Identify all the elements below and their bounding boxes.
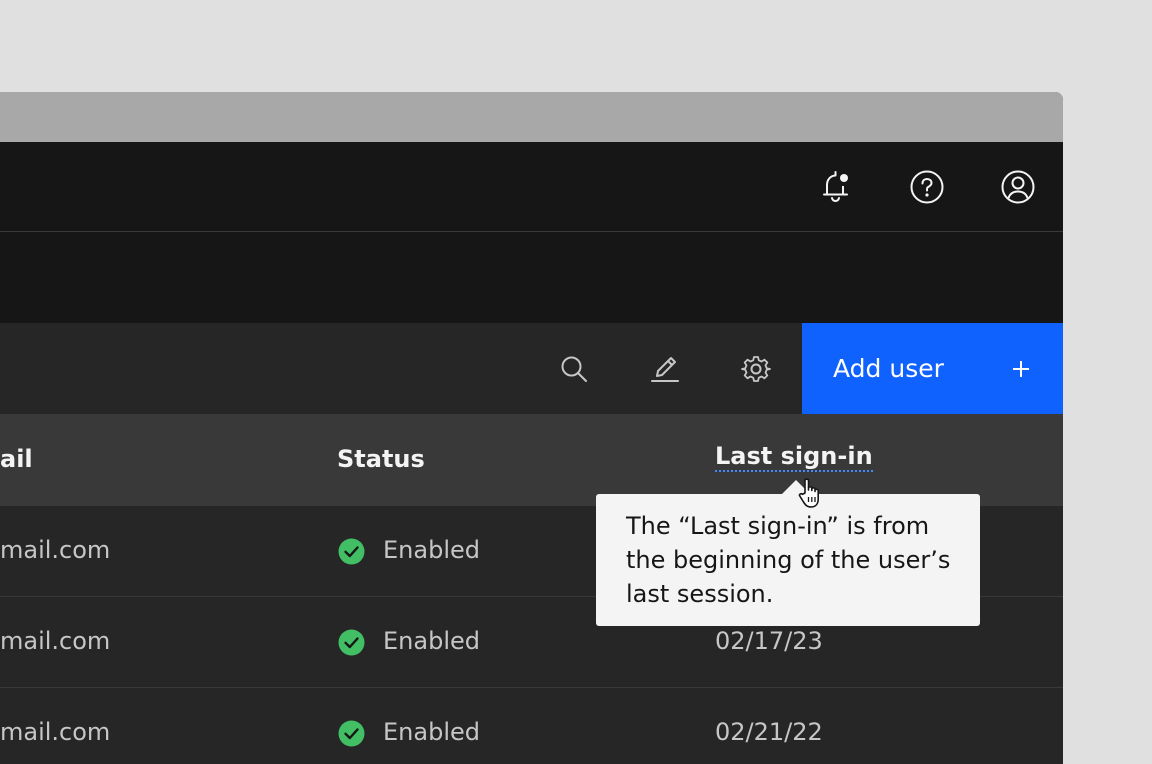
last-signin-cell: 02/17/23 (715, 627, 823, 655)
table-row[interactable]: mail.com Enabled 02/21/22 (0, 688, 1063, 764)
app-header (0, 142, 1063, 232)
add-user-button-label: Add user (833, 354, 944, 383)
pointer-hand-cursor-icon (798, 478, 819, 508)
edit-icon[interactable] (643, 347, 687, 391)
tooltip-line: The “Last sign-in” is from (626, 512, 930, 540)
column-header-last-signin[interactable]: Last sign-in (715, 442, 873, 472)
search-icon[interactable] (552, 347, 596, 391)
email-cell: mail.com (0, 718, 111, 746)
status-cell: Enabled (383, 536, 480, 564)
app-window: Add user ail Status Last sign-in mail.co… (0, 92, 1063, 764)
definition-tooltip: The “Last sign-in” is from the beginning… (596, 494, 980, 626)
checkmark-filled-icon (338, 629, 365, 656)
table-header: ail Status Last sign-in (0, 414, 1063, 506)
tooltip-line: the beginning of the user’s (626, 546, 951, 574)
table-toolbar: Add user (0, 323, 1063, 414)
tooltip-line: last session. (626, 580, 774, 608)
status-cell: Enabled (383, 718, 480, 746)
column-header-email[interactable]: ail (0, 444, 33, 474)
column-header-status[interactable]: Status (337, 444, 425, 474)
add-user-button[interactable]: Add user (802, 323, 1063, 414)
settings-icon[interactable] (734, 347, 778, 391)
last-signin-cell: 02/21/22 (715, 718, 823, 746)
email-cell: mail.com (0, 536, 111, 564)
user-avatar-icon[interactable] (997, 166, 1039, 208)
page-subheader (0, 232, 1063, 323)
email-cell: mail.com (0, 627, 111, 655)
checkmark-filled-icon (338, 720, 365, 747)
plus-icon (1007, 355, 1035, 387)
window-titlebar (0, 92, 1063, 142)
notification-new-icon[interactable] (815, 166, 857, 208)
checkmark-filled-icon (338, 538, 365, 565)
help-icon[interactable] (906, 166, 948, 208)
status-cell: Enabled (383, 627, 480, 655)
